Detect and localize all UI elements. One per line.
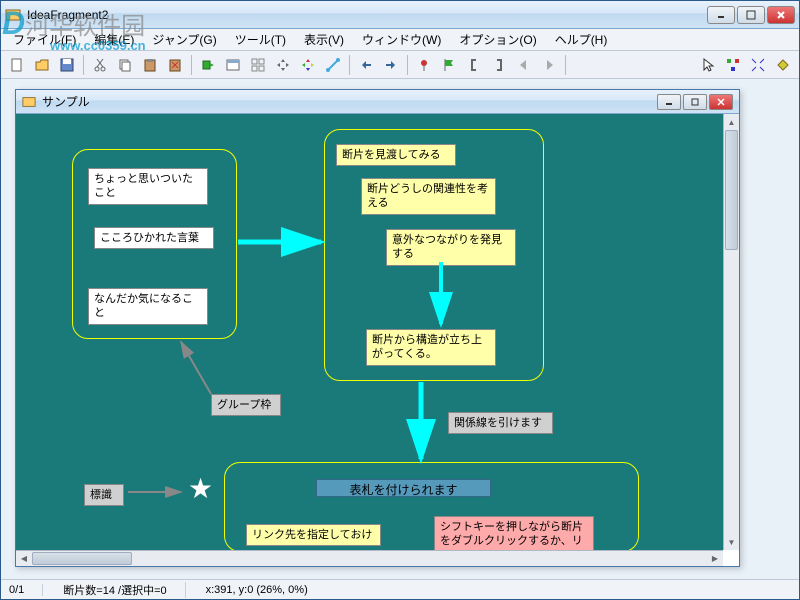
app-icon <box>5 7 21 23</box>
open-icon[interactable] <box>30 53 54 77</box>
next-icon[interactable] <box>537 53 561 77</box>
menu-edit[interactable]: 編集(E) <box>86 29 142 50</box>
menu-option[interactable]: オプション(O) <box>451 29 544 50</box>
fragment[interactable]: 意外なつながりを発見する <box>386 229 516 266</box>
app-title: IdeaFragment2 <box>27 8 707 22</box>
label-relation[interactable]: 関係線を引けます <box>448 412 553 434</box>
doc-minimize-button[interactable] <box>657 94 681 110</box>
client-area: サンプル ちょっと思いついたこと こころひかれた言葉 なんだか気になること 断片 <box>5 79 795 579</box>
prev-icon[interactable] <box>512 53 536 77</box>
move-icon[interactable] <box>271 53 295 77</box>
fragment[interactable]: こころひかれた言葉 <box>94 227 214 249</box>
window-icon[interactable] <box>221 53 245 77</box>
close-button[interactable] <box>767 6 795 24</box>
statusbar: 0/1 断片数=14 /選択中=0 x:391, y:0 (26%, 0%) <box>1 579 799 599</box>
main-titlebar: IdeaFragment2 <box>1 1 799 29</box>
doc-maximize-button[interactable] <box>683 94 707 110</box>
document-icon <box>22 95 36 109</box>
scroll-up-icon[interactable]: ▲ <box>724 114 739 130</box>
document-title: サンプル <box>42 93 657 110</box>
label-marker[interactable]: 標識 <box>84 484 124 506</box>
fragment[interactable]: 断片どうしの関連性を考える <box>361 178 496 215</box>
new-icon[interactable] <box>5 53 29 77</box>
status-page: 0/1 <box>9 584 43 596</box>
menubar: ファイル(F) 編集(E) ジャンプ(G) ツール(T) 表示(V) ウィンドウ… <box>1 29 799 51</box>
fragment[interactable]: 断片を見渡してみる <box>336 144 456 166</box>
undo-icon[interactable] <box>354 53 378 77</box>
link-icon[interactable] <box>321 53 345 77</box>
minimize-button[interactable] <box>707 6 735 24</box>
doc-close-button[interactable] <box>709 94 733 110</box>
status-count: 断片数=14 /選択中=0 <box>63 582 185 598</box>
fragment[interactable]: ちょっと思いついたこと <box>88 168 208 205</box>
grid-icon[interactable] <box>246 53 270 77</box>
label-group-frame[interactable]: グループ枠 <box>211 394 281 416</box>
menu-window[interactable]: ウィンドウ(W) <box>354 29 449 50</box>
menu-jump[interactable]: ジャンプ(G) <box>144 29 224 50</box>
vertical-scrollbar[interactable]: ▲ ▼ <box>723 114 739 550</box>
flag-icon[interactable] <box>437 53 461 77</box>
bracket-right-icon[interactable] <box>487 53 511 77</box>
menu-display[interactable]: 表示(V) <box>296 29 352 50</box>
redo-icon[interactable] <box>379 53 403 77</box>
horizontal-scrollbar[interactable]: ◀ ▶ <box>16 550 723 566</box>
menu-help[interactable]: ヘルプ(H) <box>547 29 616 50</box>
scroll-thumb[interactable] <box>32 552 132 565</box>
menu-file[interactable]: ファイル(F) <box>5 29 84 50</box>
nodes-icon[interactable] <box>721 53 745 77</box>
save-icon[interactable] <box>55 53 79 77</box>
document-titlebar: サンプル <box>16 90 739 114</box>
fragment[interactable]: シフトキーを押しながら断片をダブルクリックするか、リン <box>434 516 594 550</box>
move-color-icon[interactable] <box>296 53 320 77</box>
scroll-down-icon[interactable]: ▼ <box>724 534 739 550</box>
pin-icon[interactable] <box>412 53 436 77</box>
scroll-thumb[interactable] <box>725 130 738 250</box>
bracket-left-icon[interactable] <box>462 53 486 77</box>
cut-icon[interactable] <box>88 53 112 77</box>
canvas[interactable]: ちょっと思いついたこと こころひかれた言葉 なんだか気になること 断片を見渡して… <box>16 114 723 550</box>
star-icon: ★ <box>188 472 213 505</box>
clear-icon[interactable] <box>163 53 187 77</box>
copy-icon[interactable] <box>113 53 137 77</box>
diamond-icon[interactable] <box>771 53 795 77</box>
menu-tool[interactable]: ツール(T) <box>227 29 294 50</box>
fragment-header[interactable]: 表札を付けられます <box>316 479 491 497</box>
maximize-button[interactable] <box>737 6 765 24</box>
fragment[interactable]: 断片から構造が立ち上がってくる。 <box>366 329 496 366</box>
main-window: IdeaFragment2 ファイル(F) 編集(E) ジャンプ(G) ツール(… <box>0 0 800 600</box>
run-icon[interactable] <box>196 53 220 77</box>
expand-icon[interactable] <box>746 53 770 77</box>
pointer-icon[interactable] <box>696 53 720 77</box>
document-window: サンプル ちょっと思いついたこと こころひかれた言葉 なんだか気になること 断片 <box>15 89 740 567</box>
status-coords: x:391, y:0 (26%, 0%) <box>206 584 308 596</box>
fragment[interactable]: なんだか気になること <box>88 288 208 325</box>
scroll-left-icon[interactable]: ◀ <box>16 551 32 566</box>
scroll-right-icon[interactable]: ▶ <box>707 551 723 566</box>
toolbar <box>1 51 799 79</box>
paste-icon[interactable] <box>138 53 162 77</box>
fragment[interactable]: リンク先を指定しておけ <box>246 524 381 546</box>
